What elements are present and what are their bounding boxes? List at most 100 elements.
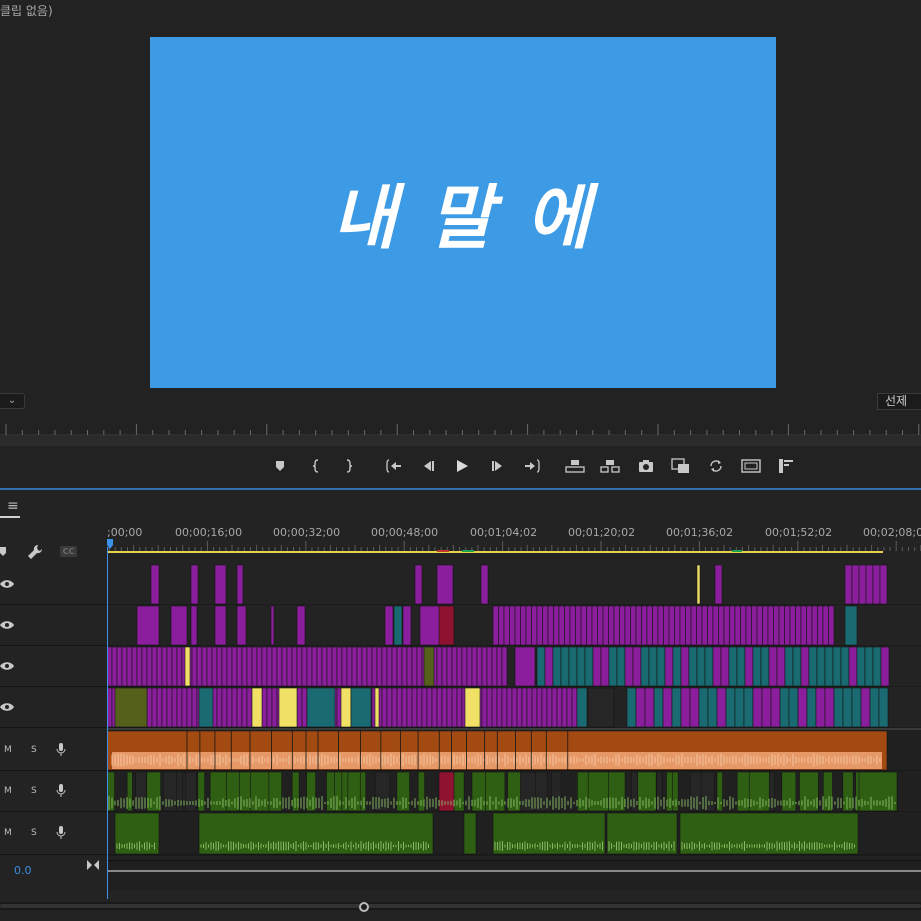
clip-v2 [514,646,536,687]
clip-v2 [356,646,363,687]
master-volume-value[interactable]: 0.0 [14,864,32,877]
clip-v3 [525,605,532,646]
eye-icon[interactable] [0,620,14,630]
clip-v2 [864,646,874,687]
mute-button[interactable]: M [4,786,12,796]
solo-button[interactable]: S [31,745,37,755]
go-to-in-button[interactable] [383,456,405,476]
eye-icon[interactable] [0,661,14,671]
clip-v1 [833,687,844,728]
safe-margins-button[interactable] [740,456,762,476]
clip-v3 [419,605,441,646]
ruler-label: 00;02;08;0 [863,526,921,539]
ruler-label: 00;01;20;02 [568,526,635,539]
timeline-time-ruler[interactable]: ;00;00 00;00;16;00 00;00;32;00 00;00;48;00 0… [107,523,921,563]
mark-in-button[interactable] [305,456,327,476]
clip-v2 [552,646,562,687]
insert-button[interactable] [669,456,691,476]
step-forward-button[interactable] [487,456,509,476]
clip-v2 [784,646,794,687]
zoom-level-dropdown[interactable]: ⌄ [0,393,25,409]
clip-v3 [657,605,664,646]
monitor-zoom-bar[interactable] [0,436,921,446]
add-marker-button[interactable] [269,456,291,476]
clip-v3 [663,605,670,646]
timeline-panel: ≡ CC ;00;00 00;00;16;00 00;00;32;00 00;00;4… [0,490,921,921]
go-to-end-icon[interactable] [87,860,99,870]
microphone-icon[interactable] [56,784,66,798]
playback-resolution-dropdown[interactable]: 선제 [877,393,921,410]
clip-v3 [558,605,565,646]
mute-button[interactable]: M [4,828,12,838]
clip-v4 [696,564,701,605]
mark-out-button[interactable] [338,456,360,476]
clip-v3 [668,605,675,646]
step-back-button[interactable] [417,456,439,476]
extract-button[interactable] [599,456,621,476]
clip-v3 [190,605,198,646]
timeline-menu-icon[interactable]: ≡ [0,498,20,518]
clip-v2 [121,646,128,687]
timeline-tracks[interactable] [107,564,921,860]
mark-in-icon [312,459,319,473]
program-preview[interactable]: 내 말 에 [150,37,776,388]
comparison-view-button[interactable] [705,456,727,476]
clip-v3 [822,605,829,646]
clip-v2 [291,646,298,687]
clip-v2 [752,646,762,687]
clip-v1 [216,687,223,728]
clip-v1 [171,687,178,728]
clip-v1 [481,687,488,728]
clip-v2 [286,646,293,687]
clip-v1 [626,687,637,728]
clip-a2 [176,771,184,812]
captions-button[interactable]: CC [60,546,77,557]
button-editor-button[interactable] [775,456,797,476]
clip-v2 [241,646,248,687]
mark-out-icon [346,459,353,473]
audio-track-header: MS [0,771,107,812]
ruler-marker-green [462,550,474,552]
play-button[interactable] [451,456,473,476]
go-to-out-button[interactable] [521,456,543,476]
eye-icon[interactable] [0,579,14,589]
clip-v2 [151,646,158,687]
step-back-icon [424,461,434,471]
clip-v2 [632,646,642,687]
clip-v2 [351,646,358,687]
clip-v2 [131,646,138,687]
clips-canvas[interactable] [107,564,921,860]
camera-icon [639,460,653,472]
master-track[interactable] [107,860,921,890]
wrench-icon[interactable] [27,544,43,560]
clip-v3 [690,605,697,646]
clip-v1 [166,687,173,728]
export-frame-button[interactable] [635,456,657,476]
lift-icon [565,460,585,473]
zoom-scroll-handle[interactable] [359,902,369,912]
microphone-icon[interactable] [56,743,66,757]
clip-v3 [393,605,403,646]
lift-button[interactable] [564,456,586,476]
clip-v2 [792,646,802,687]
clip-v2 [560,646,570,687]
monitor-time-ruler[interactable] [0,422,921,436]
eye-icon[interactable] [0,702,14,712]
ruler-label: 00;00;48;00 [371,526,438,539]
clip-v1 [689,687,700,728]
clip-v2 [171,646,178,687]
clip-v1 [725,687,736,728]
solo-button[interactable]: S [31,828,37,838]
solo-button[interactable]: S [31,786,37,796]
timeline-horizontal-scrollbar[interactable] [0,902,921,912]
clip-v1 [246,687,253,728]
clip-v1 [860,687,871,728]
microphone-icon[interactable] [56,826,66,840]
clip-v3 [756,605,763,646]
mute-button[interactable]: M [4,745,12,755]
marker-icon[interactable] [0,546,8,558]
clip-v3 [575,605,582,646]
clip-v3 [707,605,714,646]
clip-v1 [146,687,153,728]
clip-v3 [384,605,394,646]
